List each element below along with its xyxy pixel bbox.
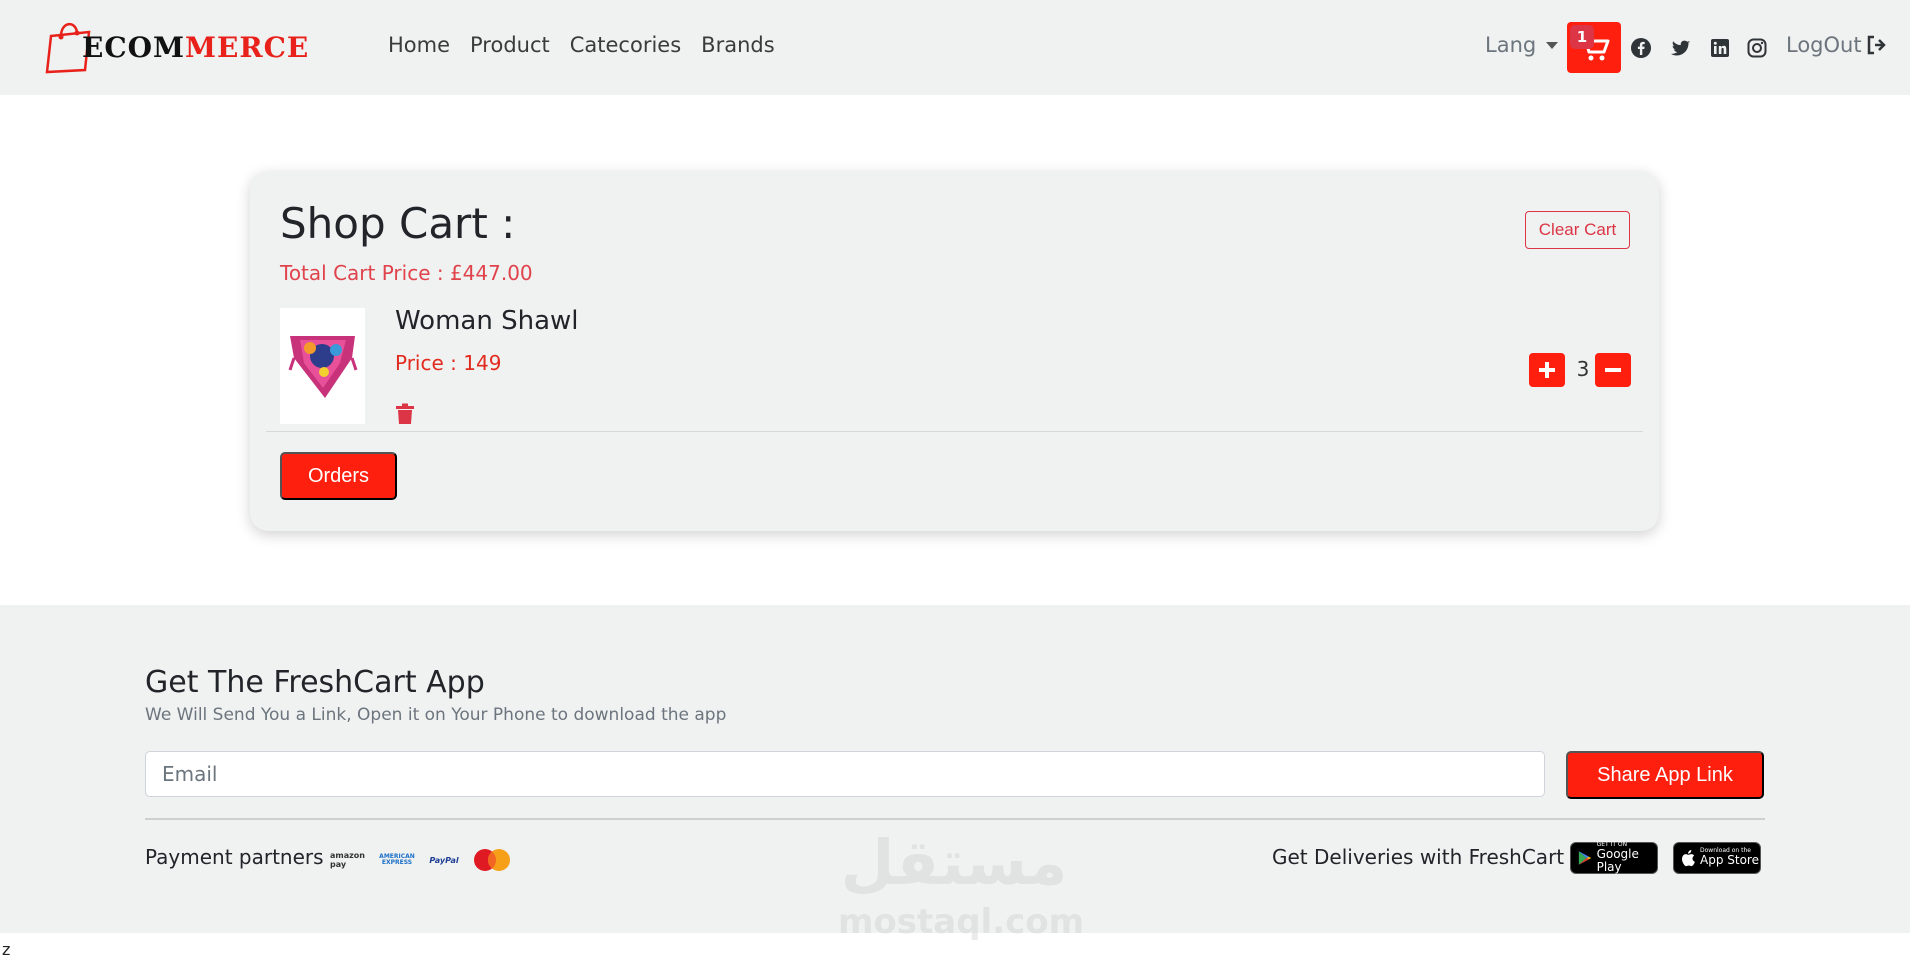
quantity-value: 3 — [1576, 357, 1590, 381]
nav-link-categories[interactable]: Catecories — [570, 33, 681, 57]
instagram-icon[interactable] — [1746, 37, 1768, 59]
cart-total-price: Total Cart Price : £447.00 — [280, 261, 533, 285]
footer-title: Get The FreshCart App — [145, 665, 485, 700]
google-play-big-text: Google Play — [1596, 846, 1639, 874]
orders-button[interactable]: Orders — [280, 452, 397, 500]
stray-text: z — [2, 940, 11, 959]
footer: Get The FreshCart App We Will Send You a… — [0, 605, 1910, 933]
top-navbar: ECOMMERCE Home Product Catecories Brands… — [0, 0, 1910, 95]
google-play-button[interactable]: GET IT ON Google Play — [1570, 841, 1658, 874]
footer-divider — [145, 818, 1765, 820]
shop-cart-card: Shop Cart : Total Cart Price : £447.00 C… — [250, 171, 1659, 531]
product-price: Price : 149 — [395, 351, 502, 375]
app-store-big-text: App Store — [1700, 853, 1759, 868]
plus-icon — [1539, 362, 1555, 378]
facebook-icon[interactable] — [1630, 37, 1652, 59]
decrease-quantity-button[interactable] — [1595, 353, 1631, 387]
sign-out-icon — [1867, 35, 1886, 55]
google-play-icon — [1578, 851, 1592, 865]
cart-divider — [266, 431, 1643, 432]
email-input[interactable]: Email — [145, 751, 1545, 797]
main-nav: Home Product Catecories Brands — [388, 33, 775, 57]
american-express-logo: AMERICAN EXPRESS — [379, 853, 415, 866]
mastercard-icon — [474, 849, 510, 871]
logo-text: ECOMMERCE — [82, 31, 310, 64]
cart-title: Shop Cart : — [280, 199, 516, 248]
linkedin-icon[interactable] — [1709, 37, 1731, 59]
deliveries-label: Get Deliveries with FreshCart — [1272, 845, 1565, 869]
site-logo[interactable]: ECOMMERCE — [45, 18, 315, 76]
cart-count-badge: 1 — [1570, 25, 1594, 49]
logout-link[interactable]: LogOut — [1786, 33, 1888, 57]
nav-link-product[interactable]: Product — [470, 33, 550, 57]
language-dropdown-label: Lang — [1485, 33, 1537, 57]
minus-icon — [1605, 368, 1621, 372]
share-app-link-button[interactable]: Share App Link — [1566, 751, 1764, 799]
payment-partners-label: Payment partners — [145, 845, 324, 869]
language-dropdown[interactable]: Lang — [1485, 33, 1559, 57]
shawl-image — [280, 308, 365, 424]
clear-cart-button[interactable]: Clear Cart — [1525, 211, 1630, 249]
nav-link-home[interactable]: Home — [388, 33, 450, 57]
twitter-icon[interactable] — [1670, 37, 1692, 59]
product-image — [280, 308, 365, 424]
app-store-button[interactable]: Download on the App Store — [1673, 842, 1761, 874]
nav-link-brands[interactable]: Brands — [701, 33, 775, 57]
apple-icon — [1682, 850, 1695, 867]
mastercard-logo — [472, 848, 512, 872]
amazon-pay-logo: amazon pay — [330, 851, 365, 869]
increase-quantity-button[interactable] — [1529, 353, 1565, 387]
caret-down-icon — [1546, 41, 1559, 49]
paypal-logo: PayPal — [429, 855, 459, 865]
trash-icon[interactable] — [395, 403, 415, 425]
footer-subtitle: We Will Send You a Link, Open it on Your… — [145, 705, 727, 725]
logout-label: LogOut — [1786, 33, 1862, 57]
cart-button[interactable]: 1 — [1567, 22, 1621, 73]
product-name: Woman Shawl — [395, 306, 579, 336]
